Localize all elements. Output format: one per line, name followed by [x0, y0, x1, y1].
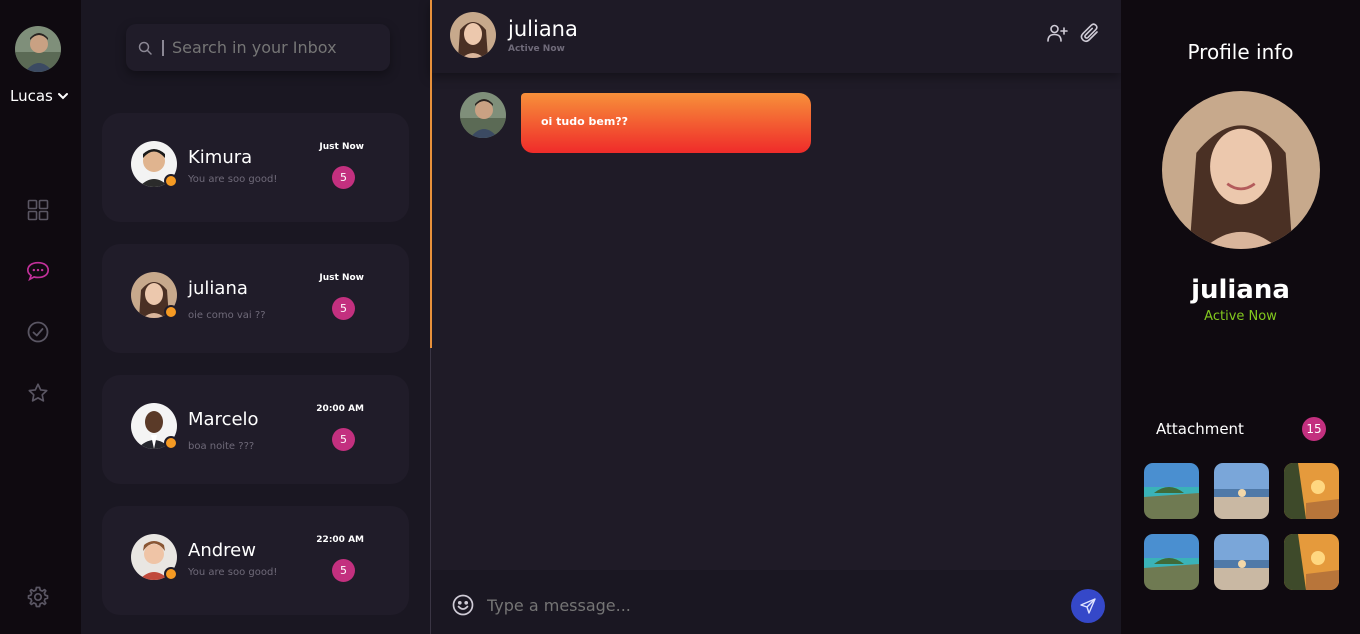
last-message-preview: You are soo good!	[188, 174, 278, 185]
conversation-item-marcelo[interactable]: Marcelo boa noite ??? 20:00 AM 5	[102, 375, 409, 484]
message-time: Just Now	[319, 142, 364, 152]
profile-title: Profile info	[1187, 40, 1294, 64]
send-button[interactable]	[1071, 589, 1105, 623]
status-dot	[164, 174, 178, 188]
messages-nav-button[interactable]	[26, 259, 50, 283]
unread-badge: 5	[332, 428, 355, 451]
contact-name: Andrew	[188, 540, 256, 561]
message-input[interactable]	[487, 594, 1047, 616]
inbox-panel: Kimura You are soo good! Just Now 5 juli…	[81, 0, 430, 634]
conversation-item-andrew[interactable]: Andrew You are soo good! 22:00 AM 5	[102, 506, 409, 615]
contact-name: Marcelo	[188, 409, 259, 430]
contact-name: juliana	[188, 278, 248, 299]
current-user-menu[interactable]: Lucas	[10, 87, 69, 105]
grid-icon	[27, 199, 49, 221]
last-message-preview: oie como vai ??	[188, 310, 266, 321]
status-dot	[164, 305, 178, 319]
current-user-name: Lucas	[10, 87, 53, 105]
attachment-thumbnail[interactable]	[1284, 534, 1339, 590]
unread-badge: 5	[332, 559, 355, 582]
unread-badge: 5	[332, 166, 355, 189]
avatar	[131, 403, 178, 450]
unread-badge: 5	[332, 297, 355, 320]
send-icon	[1080, 598, 1096, 614]
conversation-item-kimura[interactable]: Kimura You are soo good! Just Now 5	[102, 113, 409, 222]
attachment-thumbnail[interactable]	[1144, 534, 1199, 590]
chat-contact-status: Active Now	[508, 44, 565, 54]
chat-bubble-icon	[27, 261, 49, 282]
attachments-label: Attachment	[1156, 420, 1244, 438]
emoji-icon[interactable]	[452, 594, 474, 616]
last-message-preview: You are soo good!	[188, 567, 278, 578]
favorites-nav-button[interactable]	[26, 381, 50, 405]
attachment-thumbnail[interactable]	[1214, 463, 1269, 519]
dashboard-nav-button[interactable]	[26, 198, 50, 222]
star-icon	[28, 383, 48, 402]
check-circle-icon	[27, 321, 49, 343]
nav-rail: Lucas	[0, 0, 81, 634]
contact-avatar[interactable]	[450, 12, 496, 58]
tasks-nav-button[interactable]	[26, 320, 50, 344]
chat-contact-name: juliana	[508, 17, 578, 41]
message-time: Just Now	[319, 273, 364, 283]
profile-status: Active Now	[1204, 309, 1277, 324]
conversation-item-juliana[interactable]: juliana oie como vai ?? Just Now 5	[102, 244, 409, 353]
attachment-thumbnail[interactable]	[1214, 534, 1269, 590]
status-dot	[164, 567, 178, 581]
attachments-count-badge: 15	[1302, 417, 1326, 441]
profile-panel: Profile info juliana Active Now Attachme…	[1121, 0, 1360, 634]
attachment-thumbnail[interactable]	[1144, 463, 1199, 519]
attachment-thumbnail[interactable]	[1284, 463, 1339, 519]
panel-divider	[430, 348, 431, 634]
chat-app: Lucas Search in your Inbox Kimura You ar…	[0, 0, 1360, 634]
add-user-icon[interactable]	[1046, 22, 1068, 44]
paperclip-icon[interactable]	[1079, 22, 1101, 44]
search-input[interactable]	[172, 38, 372, 57]
sender-avatar	[460, 92, 506, 138]
chevron-down-icon	[57, 93, 68, 100]
panel-divider	[430, 0, 432, 348]
message-time: 22:00 AM	[316, 535, 364, 545]
avatar	[131, 141, 178, 188]
avatar	[131, 272, 178, 319]
current-user-avatar[interactable]	[15, 26, 61, 72]
chat-header: juliana Active Now	[430, 0, 1121, 73]
search-icon	[138, 41, 152, 55]
message-composer	[430, 570, 1121, 634]
gear-icon	[27, 586, 49, 608]
settings-button[interactable]	[26, 585, 50, 609]
contact-name: Kimura	[188, 147, 253, 168]
search-divider	[162, 39, 164, 56]
message-bubble: oi tudo bem??	[521, 93, 811, 153]
message-time: 20:00 AM	[316, 404, 364, 414]
chat-panel: juliana Active Now oi tudo bem??	[430, 0, 1121, 634]
search-box[interactable]	[126, 24, 390, 71]
status-dot	[164, 436, 178, 450]
avatar	[131, 534, 178, 581]
last-message-preview: boa noite ???	[188, 441, 255, 452]
profile-name: juliana	[1191, 275, 1290, 305]
profile-avatar	[1162, 91, 1320, 249]
